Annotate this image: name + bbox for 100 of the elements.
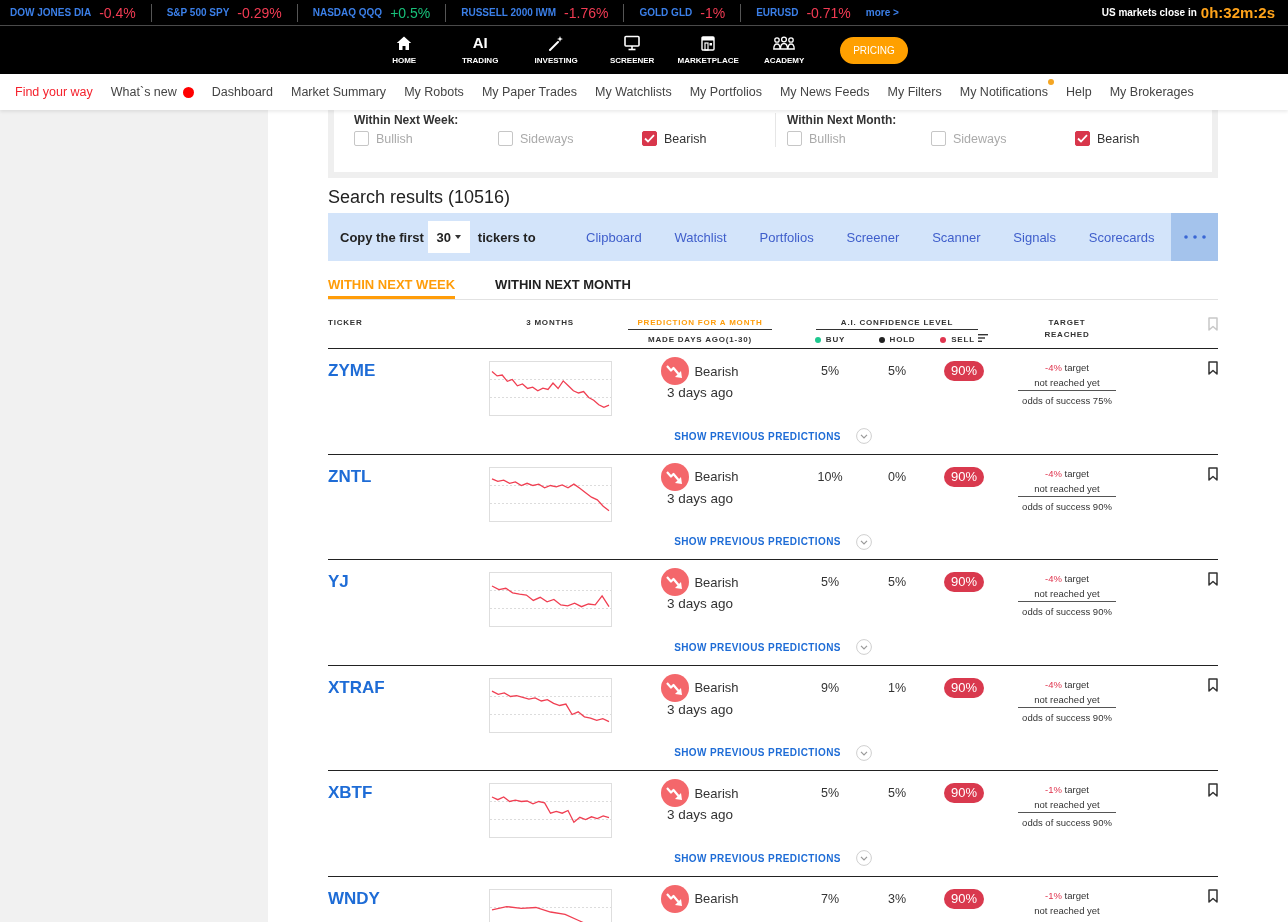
chevron-down-icon[interactable] <box>855 850 872 867</box>
downtrend-icon <box>661 673 690 702</box>
magic-wand-icon <box>548 35 565 51</box>
checkbox[interactable] <box>498 131 513 146</box>
quote-name[interactable]: DOW JONES DIA <box>10 7 92 18</box>
success-odds: odds of success 90% <box>1018 495 1116 514</box>
quote-name[interactable]: GOLD GLD <box>639 7 693 18</box>
ticker-link[interactable]: XBTF <box>328 783 373 804</box>
buy-confidence: 7% <box>820 890 840 907</box>
count-dropdown[interactable]: 30 <box>427 221 470 253</box>
nav-link[interactable]: My Filters <box>887 85 942 99</box>
buy-confidence: 9% <box>820 679 840 696</box>
quote-name[interactable]: NASDAQ QQQ <box>312 7 383 18</box>
target-status: not reached yet <box>1034 587 1100 602</box>
target-text: -4% target <box>1045 572 1089 587</box>
chevron-down-icon[interactable] <box>855 639 872 656</box>
checkbox[interactable] <box>931 131 946 146</box>
prediction-label: Bearish <box>694 891 739 907</box>
bookmark-icon[interactable] <box>1208 361 1218 375</box>
success-odds: odds of success 75% <box>1018 390 1116 408</box>
checkbox-label[interactable]: Bearish <box>664 131 707 146</box>
filter-heading: Within Next Week: <box>354 113 460 127</box>
nav-link[interactable]: AI TRADING <box>442 35 519 65</box>
column-subheader: MADE DAYS AGO(1-30) <box>648 334 752 346</box>
sort-icon[interactable] <box>977 334 988 342</box>
nav-link[interactable]: HOME <box>366 35 443 65</box>
quote-change: -1% <box>700 4 726 21</box>
column-header: TARGET REACHED <box>1043 317 1091 341</box>
copy-target-link[interactable]: Scanner <box>932 229 981 245</box>
copy-target-link[interactable]: Watchlist <box>674 229 727 245</box>
column-header: PREDICTION FOR A MONTH <box>628 317 772 330</box>
checkbox-label[interactable]: Bearish <box>1097 131 1140 146</box>
ticker-link[interactable]: ZNTL <box>328 466 372 487</box>
nav-link[interactable]: My Notifications <box>959 85 1048 99</box>
target-status: not reached yet <box>1034 376 1100 390</box>
nav-link[interactable]: My News Feeds <box>779 85 870 99</box>
nav-link[interactable]: Market Summary <box>290 85 387 99</box>
bookmark-icon[interactable] <box>1208 466 1218 481</box>
copy-target-link[interactable]: Portfolios <box>759 229 814 245</box>
show-previous-link[interactable]: SHOW PREVIOUS PREDICTIONS <box>674 641 841 653</box>
bookmark-icon[interactable] <box>1208 888 1218 903</box>
copy-target-link[interactable]: Signals <box>1013 229 1056 245</box>
ticker-link[interactable]: XTRAF <box>328 677 385 698</box>
show-previous-link[interactable]: SHOW PREVIOUS PREDICTIONS <box>674 430 841 442</box>
prediction-label: Bearish <box>694 469 739 485</box>
copy-target-link[interactable]: Screener <box>846 229 900 245</box>
ticker-link[interactable]: YJ <box>328 572 349 593</box>
checkbox[interactable] <box>354 131 369 146</box>
downtrend-icon <box>661 779 690 808</box>
hold-confidence: 5% <box>887 574 907 591</box>
nav-link[interactable]: MARKETPLACE <box>670 35 747 65</box>
ticker-link[interactable]: WNDY <box>328 888 380 909</box>
show-previous-link[interactable]: SHOW PREVIOUS PREDICTIONS <box>674 747 841 759</box>
nav-link[interactable]: Dashboard <box>211 85 273 99</box>
show-previous-link[interactable]: SHOW PREVIOUS PREDICTIONS <box>674 536 841 548</box>
nav-link[interactable]: SCREENER <box>594 35 671 65</box>
nav-link[interactable]: My Paper Trades <box>481 85 578 99</box>
nav-link[interactable]: My Brokerages <box>1109 85 1194 99</box>
copy-label: Copy the first <box>340 229 424 245</box>
hold-confidence: 5% <box>887 363 907 379</box>
more-link[interactable]: more > <box>865 7 899 18</box>
copy-target-link[interactable]: Scorecards <box>1088 229 1155 245</box>
buy-confidence: 5% <box>820 574 840 591</box>
quote-name[interactable]: S&P 500 SPY <box>166 7 230 18</box>
prediction-label: Bearish <box>694 574 739 590</box>
column-header: A.I. CONFIDENCE LEVEL <box>816 317 978 330</box>
hold-confidence: 3% <box>887 890 907 907</box>
target-text: -1% target <box>1045 783 1089 798</box>
period-tab[interactable]: WITHIN NEXT MONTH <box>495 276 631 299</box>
legend-label: SELL <box>951 334 975 346</box>
checkbox[interactable] <box>787 131 802 146</box>
nav-link[interactable]: Help <box>1065 85 1092 99</box>
more-button[interactable] <box>1171 213 1218 261</box>
quote-change: -0.71% <box>806 4 851 21</box>
nav-link[interactable]: INVESTING <box>518 35 595 65</box>
checkbox[interactable] <box>1075 131 1090 146</box>
nav-link[interactable]: My Robots <box>404 85 464 99</box>
hold-confidence: 5% <box>887 785 907 802</box>
chevron-down-icon[interactable] <box>855 533 872 550</box>
hold-confidence: 0% <box>887 468 907 485</box>
ticker-link[interactable]: ZYME <box>328 361 376 381</box>
quote-change: -0.4% <box>99 4 136 21</box>
nav-link[interactable]: What`s new <box>110 85 177 99</box>
nav-link[interactable]: Find your way <box>15 85 93 99</box>
results-title: Search results (10516) <box>328 186 512 208</box>
copy-target-link[interactable]: Clipboard <box>586 229 642 245</box>
checkbox[interactable] <box>642 131 657 146</box>
show-previous-link[interactable]: SHOW PREVIOUS PREDICTIONS <box>674 852 841 864</box>
nav-link[interactable]: My Watchlists <box>595 85 672 99</box>
bookmark-icon[interactable] <box>1208 783 1218 798</box>
bookmark-icon[interactable] <box>1208 572 1218 587</box>
quote-name[interactable]: RUSSELL 2000 IWM <box>461 7 557 18</box>
sell-confidence: 90% <box>944 677 984 698</box>
chevron-down-icon[interactable] <box>855 428 872 444</box>
chevron-down-icon[interactable] <box>855 744 872 761</box>
quote-name[interactable]: EURUSD <box>756 7 799 18</box>
nav-link[interactable]: My Portfolios <box>689 85 762 99</box>
nav-link[interactable]: ACADEMY <box>746 35 823 65</box>
sell-confidence: 90% <box>944 888 984 909</box>
bookmark-icon[interactable] <box>1208 677 1218 692</box>
